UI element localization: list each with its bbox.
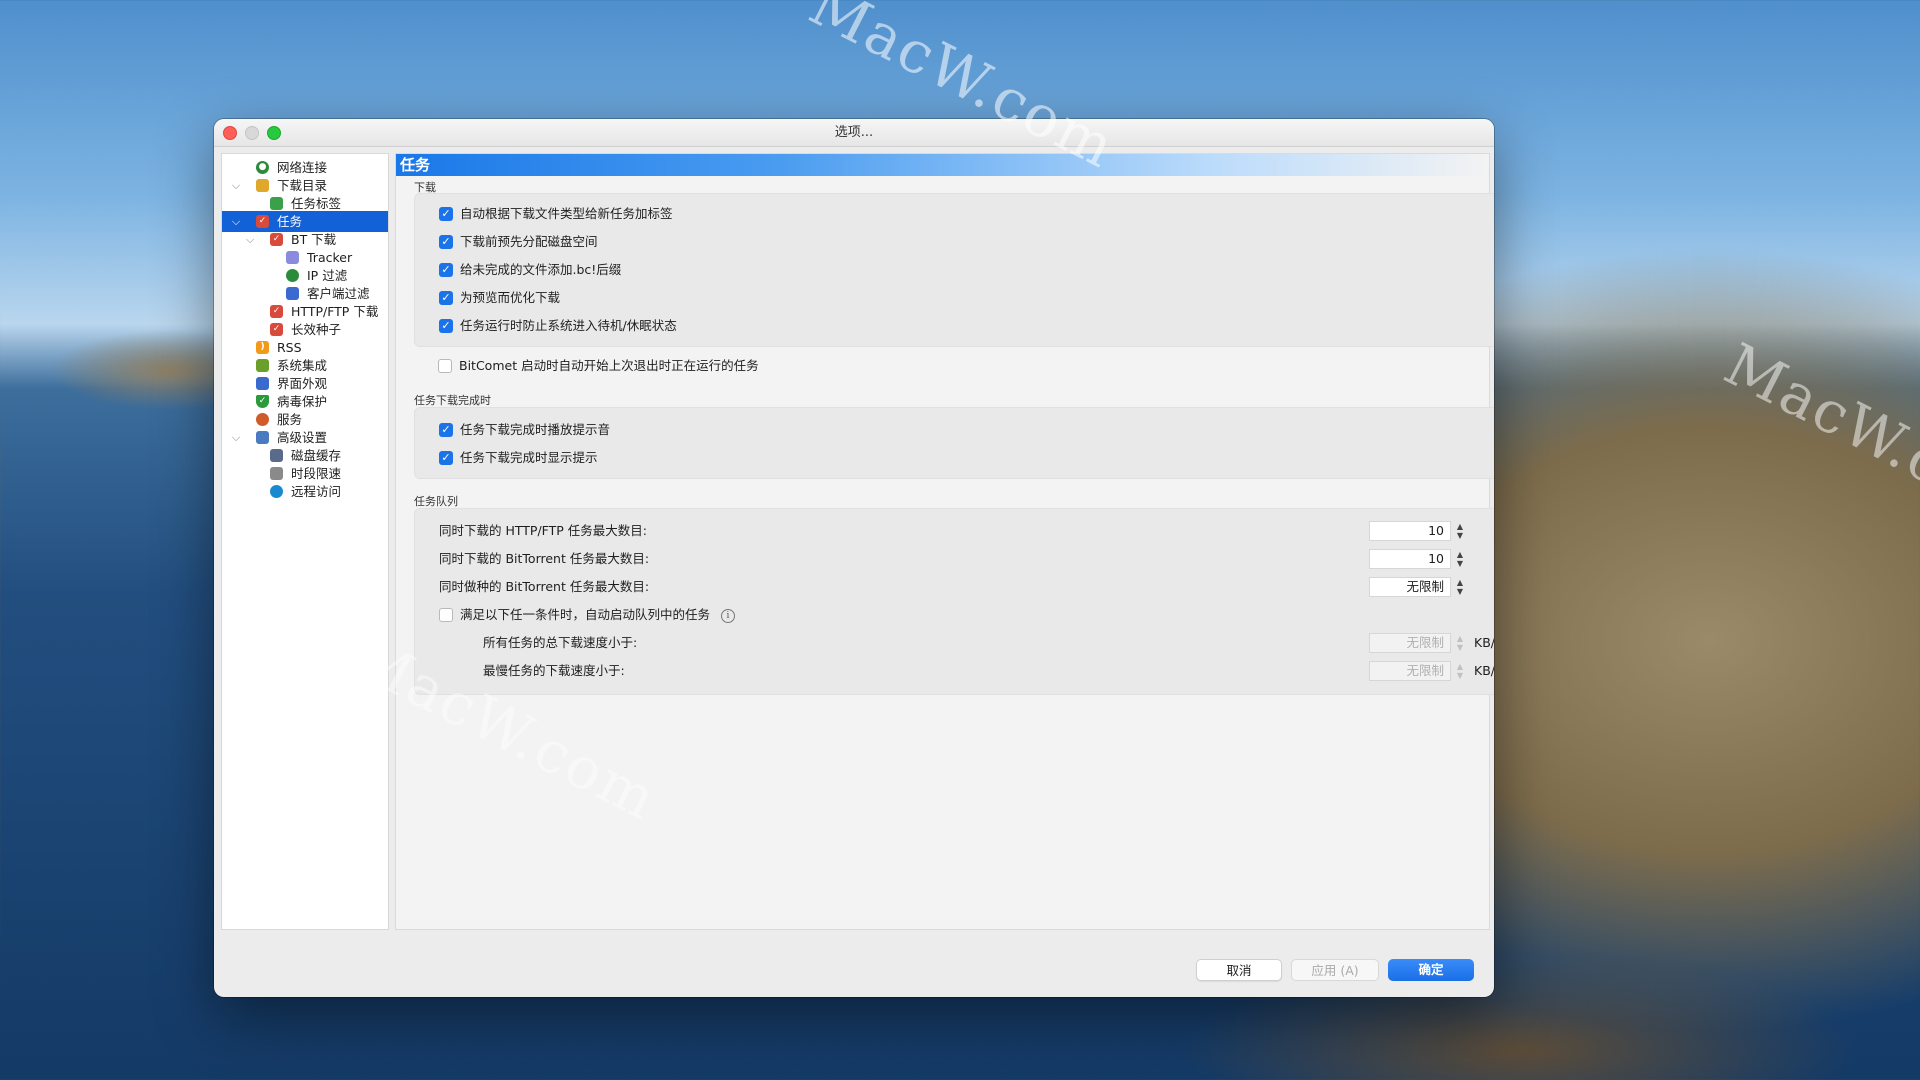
option-label: 任务下载完成时显示提示 xyxy=(460,450,598,465)
max-seed-stepper[interactable]: 无限制 ▲ ▼ xyxy=(1369,577,1467,597)
slowest-speed-input[interactable]: 无限制 xyxy=(1369,661,1451,681)
option-label: 满足以下任一条件时，自动启动队列中的任务 xyxy=(460,607,711,622)
bt-task-icon: ✓ xyxy=(270,233,283,246)
checkbox[interactable]: ✓ xyxy=(439,319,453,333)
rss-icon: ) xyxy=(256,341,269,354)
option-label: BitComet 启动时自动开始上次退出时正在运行的任务 xyxy=(459,358,759,373)
stepper-arrows-icon[interactable]: ▲ ▼ xyxy=(1455,634,1465,652)
option-label: 下载前预先分配磁盘空间 xyxy=(460,234,598,249)
window-controls xyxy=(223,126,281,140)
panel-title: 任务 xyxy=(396,154,1489,176)
settings-tree: ● 网络连接 ⌵ 下载目录 任务标签 ⌵ ✓ 任务 ⌵ ✓ BT 下载 Trac… xyxy=(221,153,389,930)
tree-item-label: 远程访问 xyxy=(291,484,342,499)
client-filter-icon xyxy=(286,287,299,300)
task-icon: ✓ xyxy=(256,215,269,228)
checkbox[interactable]: ✓ xyxy=(439,291,453,305)
tracker-icon xyxy=(286,251,299,264)
section-label-on-complete: 任务下载完成时 xyxy=(414,394,491,407)
options-window: 选项... ● 网络连接 ⌵ 下载目录 任务标签 ⌵ ✓ 任务 ⌵ ✓ BT 下… xyxy=(214,119,1494,997)
disk-cache-icon xyxy=(270,449,283,462)
max-bt-stepper[interactable]: 10 ▲ ▼ xyxy=(1369,549,1467,569)
checkbox[interactable] xyxy=(438,359,452,373)
max-seed-label: 同时做种的 BitTorrent 任务最大数目: xyxy=(439,579,650,594)
watermark-text: MacW.c xyxy=(1714,330,1920,500)
max-seed-input[interactable]: 无限制 xyxy=(1369,577,1451,597)
cancel-button[interactable]: 取消 xyxy=(1196,959,1282,981)
checkbox[interactable]: ✓ xyxy=(439,451,453,465)
download-options-group: ✓ 自动根据下载文件类型给新任务加标签 ✓ 下载前预先分配磁盘空间 ✓ 给未完成… xyxy=(414,193,1494,347)
close-window-button[interactable] xyxy=(223,126,237,140)
appearance-icon xyxy=(256,377,269,390)
stepper-arrows-icon[interactable]: ▲ ▼ xyxy=(1455,578,1465,596)
tag-icon xyxy=(270,197,283,210)
title-bar: 选项... xyxy=(214,119,1494,147)
slowest-speed-stepper[interactable]: 无限制 ▲ ▼ xyxy=(1369,661,1467,681)
checkbox[interactable] xyxy=(439,608,453,622)
total-speed-label: 所有任务的总下载速度小于: xyxy=(483,635,638,650)
section-label-queue: 任务队列 xyxy=(414,495,458,508)
long-seed-icon: ✓ xyxy=(270,323,283,336)
max-http-stepper[interactable]: 10 ▲ ▼ xyxy=(1369,521,1467,541)
advanced-icon xyxy=(256,431,269,444)
option-label: 任务运行时防止系统进入待机/休眠状态 xyxy=(460,318,677,333)
zoom-window-button[interactable] xyxy=(267,126,281,140)
stepper-arrows-icon[interactable]: ▲ ▼ xyxy=(1455,522,1465,540)
tree-item-remote[interactable]: 远程访问 xyxy=(222,481,388,502)
checkbox[interactable]: ✓ xyxy=(439,263,453,277)
checkbox[interactable]: ✓ xyxy=(439,207,453,221)
ok-button[interactable]: 确定 xyxy=(1388,959,1474,981)
checkbox[interactable]: ✓ xyxy=(439,235,453,249)
apply-button[interactable]: 应用 (A) xyxy=(1291,959,1379,981)
stepper-arrows-icon[interactable]: ▲ ▼ xyxy=(1455,662,1465,680)
shield-icon: ✓ xyxy=(256,395,269,408)
max-http-input[interactable]: 10 xyxy=(1369,521,1451,541)
complete-options-group: ✓ 任务下载完成时播放提示音 ✓ 任务下载完成时显示提示 xyxy=(414,407,1494,479)
max-bt-label: 同时下载的 BitTorrent 任务最大数目: xyxy=(439,551,650,566)
option-label: 自动根据下载文件类型给新任务加标签 xyxy=(460,206,673,221)
queue-options-group: 同时下载的 HTTP/FTP 任务最大数目: 10 ▲ ▼ 同时下载的 BitTo… xyxy=(414,508,1494,695)
option-label: 给未完成的文件添加.bc!后缀 xyxy=(460,262,622,277)
unit-label: KB/s xyxy=(1474,635,1494,650)
checkbox[interactable]: ✓ xyxy=(439,423,453,437)
total-speed-input[interactable]: 无限制 xyxy=(1369,633,1451,653)
stepper-arrows-icon[interactable]: ▲ ▼ xyxy=(1455,550,1465,568)
unit-label: KB/s xyxy=(1474,663,1494,678)
max-http-label: 同时下载的 HTTP/FTP 任务最大数目: xyxy=(439,523,648,538)
service-icon xyxy=(256,413,269,426)
integration-icon xyxy=(256,359,269,372)
folder-icon xyxy=(256,179,269,192)
ip-filter-icon xyxy=(286,269,299,282)
globe-icon: ● xyxy=(256,161,269,174)
settings-panel: 任务 下载 ✓ 自动根据下载文件类型给新任务加标签 ✓ 下载前预先分配磁盘空间 … xyxy=(395,153,1494,930)
max-bt-input[interactable]: 10 xyxy=(1369,549,1451,569)
minimize-window-button[interactable] xyxy=(245,126,259,140)
remote-icon xyxy=(270,485,283,498)
slowest-speed-label: 最慢任务的下载速度小于: xyxy=(483,663,625,678)
http-task-icon: ✓ xyxy=(270,305,283,318)
total-speed-stepper[interactable]: 无限制 ▲ ▼ xyxy=(1369,633,1467,653)
window-title: 选项... xyxy=(834,125,874,140)
option-label: 任务下载完成时播放提示音 xyxy=(460,422,611,437)
info-icon[interactable]: i xyxy=(721,609,735,623)
option-label: 为预览而优化下载 xyxy=(460,290,561,305)
schedule-icon xyxy=(270,467,283,480)
